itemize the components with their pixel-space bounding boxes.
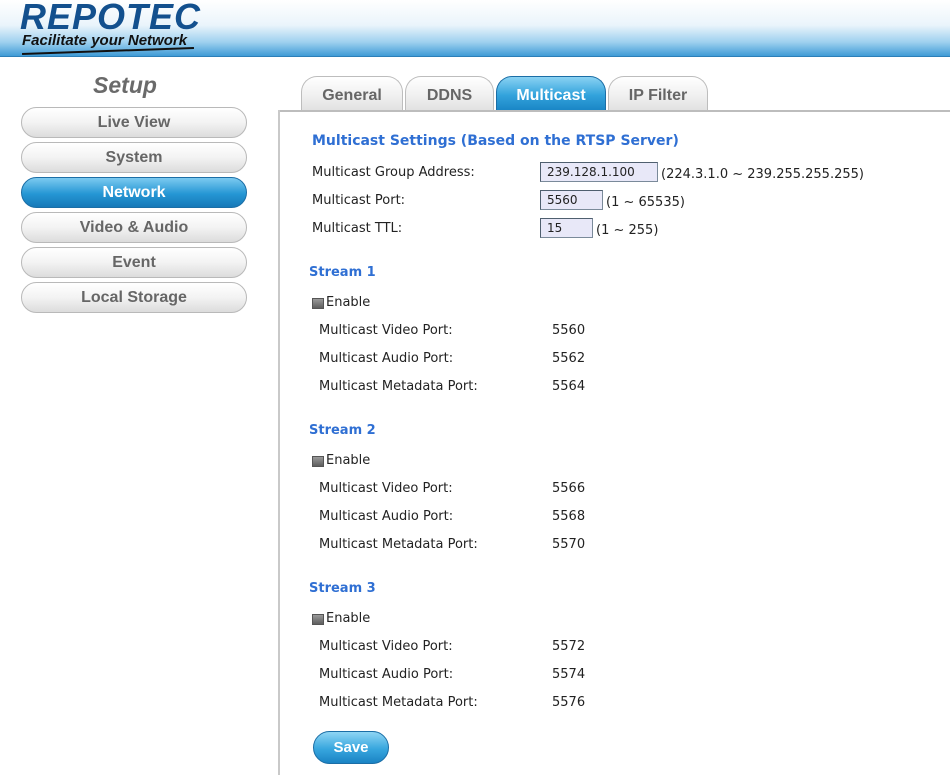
stream-3-metadata-port-label: Multicast Metadata Port: [319,695,478,710]
stream-2-title: Stream 2 [309,423,376,438]
tab-general[interactable]: General [301,76,403,110]
stream-3-title: Stream 3 [309,581,376,596]
sidebar-item-network[interactable]: Network [21,177,247,208]
stream-3-audio-port-label: Multicast Audio Port: [319,667,454,682]
sidebar-item-system[interactable]: System [21,142,247,173]
stream-1-video-port-value: 5560 [552,323,586,338]
multicast-port-input[interactable] [540,190,603,210]
multicast-ttl-range: (1 ~ 255) [596,223,659,238]
header-banner: REPOTEC Facilitate your Network [0,0,950,57]
save-button[interactable]: Save [313,731,389,764]
multicast-ttl-input[interactable] [540,218,593,238]
brand-tagline-text: Facilitate your Network [22,32,188,49]
multicast-settings-title: Multicast Settings (Based on the RTSP Se… [312,133,679,149]
sidebar-item-event[interactable]: Event [21,247,247,278]
stream-2-audio-port-label: Multicast Audio Port: [319,509,454,524]
stream-3-audio-port-value: 5574 [552,667,586,682]
multicast-port-label: Multicast Port: [312,193,406,208]
stream-1-enable-checkbox[interactable] [312,298,324,309]
sidebar-item-video-audio[interactable]: Video & Audio [21,212,247,243]
group-address-input[interactable] [540,162,658,182]
multicast-ttl-label: Multicast TTL: [312,221,403,236]
sidebar-item-live-view[interactable]: Live View [21,107,247,138]
tab-panel-border [280,110,950,112]
stream-2-video-port-label: Multicast Video Port: [319,481,453,496]
stream-2-enable-label: Enable [326,453,371,468]
stream-1-video-port-label: Multicast Video Port: [319,323,453,338]
stream-3-video-port-label: Multicast Video Port: [319,639,453,654]
sidebar-item-local-storage[interactable]: Local Storage [21,282,247,313]
stream-3-metadata-port-value: 5576 [552,695,586,710]
stream-2-metadata-port-label: Multicast Metadata Port: [319,537,478,552]
tab-ip-filter[interactable]: IP Filter [608,76,708,110]
group-address-range: (224.3.1.0 ~ 239.255.255.255) [661,167,864,182]
stream-3-enable-label: Enable [326,611,371,626]
sidebar-title: Setup [93,72,157,98]
stream-2-metadata-port-value: 5570 [552,537,586,552]
group-address-label: Multicast Group Address: [312,165,475,180]
multicast-port-range: (1 ~ 65535) [606,195,685,210]
stream-1-metadata-port-label: Multicast Metadata Port: [319,379,478,394]
brand-tagline: Facilitate your Network [22,32,194,56]
stream-2-audio-port-value: 5568 [552,509,586,524]
stream-1-metadata-port-value: 5564 [552,379,586,394]
stream-1-audio-port-value: 5562 [552,351,586,366]
stream-2-video-port-value: 5566 [552,481,586,496]
content-divider [278,110,280,775]
stream-1-title: Stream 1 [309,265,376,280]
tab-multicast[interactable]: Multicast [496,76,606,110]
stream-3-video-port-value: 5572 [552,639,586,654]
stream-3-enable-checkbox[interactable] [312,614,324,625]
stream-1-audio-port-label: Multicast Audio Port: [319,351,454,366]
tab-ddns[interactable]: DDNS [405,76,494,110]
stream-1-enable-label: Enable [326,295,371,310]
stream-2-enable-checkbox[interactable] [312,456,324,467]
